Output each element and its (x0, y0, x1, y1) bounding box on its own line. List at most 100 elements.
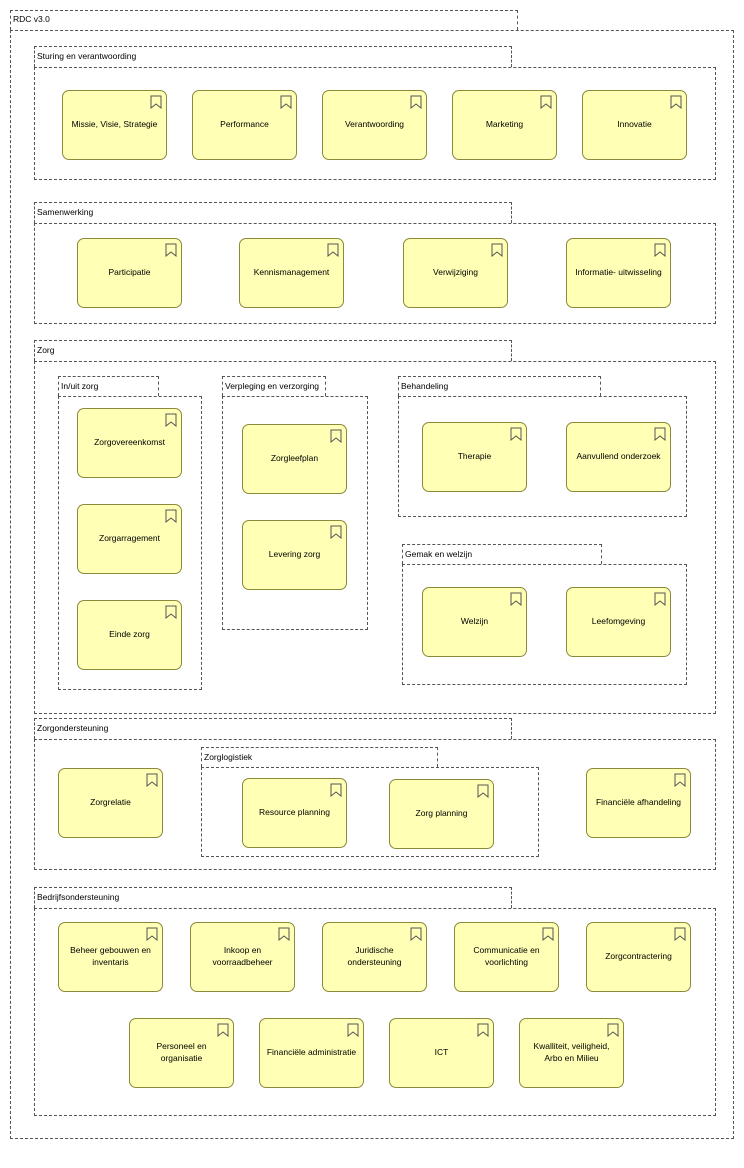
capability-beheer[interactable]: Beheer gebouwen en inventaris (58, 922, 163, 992)
capability-icon (330, 525, 342, 539)
capability-informatie[interactable]: Informatie- uitwisseling (566, 238, 671, 308)
capability-icon (510, 592, 522, 606)
capability-icon (217, 1023, 229, 1037)
capability-therapie[interactable]: Therapie (422, 422, 527, 492)
capability-label: Zorgrelatie (90, 797, 131, 808)
capability-icon (477, 1023, 489, 1037)
group-tab (34, 340, 512, 361)
capability-kwaliteit[interactable]: Kwalliteit, veiligheid, Arbo en Milieu (519, 1018, 624, 1088)
capability-label: Personeel en organisatie (156, 1041, 207, 1063)
capability-label: Aanvullend onderzoek (576, 451, 661, 462)
capability-marketing[interactable]: Marketing (452, 90, 557, 160)
capability-label: Welzijn (460, 616, 489, 627)
capability-label: Beheer gebouwen en inventaris (70, 945, 151, 967)
capability-icon (670, 95, 682, 109)
capability-communicatie[interactable]: Communicatie en voorlichting (454, 922, 559, 992)
capability-icon (491, 243, 503, 257)
capability-icon (510, 427, 522, 441)
capability-zorgarrangement[interactable]: Zorgarragement (77, 504, 182, 574)
group-behandeling-label: Behandeling (401, 381, 449, 391)
capability-icon (607, 1023, 619, 1037)
group-zorg-label: Zorg (37, 345, 55, 355)
capability-verantwoording[interactable]: Verantwoording (322, 90, 427, 160)
capability-icon (477, 784, 489, 798)
capability-icon (165, 243, 177, 257)
capability-verwijzing[interactable]: Verwijziging (403, 238, 508, 308)
capability-label: Zorg planning (415, 808, 468, 819)
capability-icon (540, 95, 552, 109)
capability-aanvullend[interactable]: Aanvullend onderzoek (566, 422, 671, 492)
capability-label: ICT (434, 1047, 449, 1058)
capability-label: Marketing (485, 119, 524, 130)
capability-icon (146, 773, 158, 787)
capability-zorgrelatie[interactable]: Zorgrelatie (58, 768, 163, 838)
capability-innovatie[interactable]: Innovatie (582, 90, 687, 160)
root-tab (10, 10, 518, 30)
capability-leefomgeving[interactable]: Leefomgeving (566, 587, 671, 657)
capability-label: Kwalliteit, veiligheid, Arbo en Milieu (533, 1041, 610, 1063)
capability-label: Therapie (457, 451, 492, 462)
capability-label: Kennismanagement (253, 267, 330, 278)
capability-label: Financiële afhandeling (595, 797, 682, 808)
capability-zorgovereenkomst[interactable]: Zorgovereenkomst (77, 408, 182, 478)
capability-performance[interactable]: Performance (192, 90, 297, 160)
root-label: RDC v3.0 (13, 14, 50, 24)
capability-einde[interactable]: Einde zorg (77, 600, 182, 670)
capability-icon (410, 95, 422, 109)
capability-icon (150, 95, 162, 109)
capability-levering[interactable]: Levering zorg (242, 520, 347, 590)
capability-label: Zorgovereenkomst (94, 437, 165, 448)
capability-label: Missie, Visie, Strategie (71, 119, 158, 130)
capability-icon (165, 605, 177, 619)
capability-financiele-afhandeling[interactable]: Financiële afhandeling (586, 768, 691, 838)
group-zorgondersteuning-label: Zorgondersteuning (37, 723, 109, 733)
capability-label: Financiële administratie (266, 1047, 357, 1058)
group-zorglogistiek-label: Zorglogistiek (204, 752, 253, 762)
capability-icon (542, 927, 554, 941)
capability-label: Zorgleefplan (270, 453, 319, 464)
capability-participatie[interactable]: Participatie (77, 238, 182, 308)
group-sturing-label: Sturing en verantwoording (37, 51, 137, 61)
capability-icon (674, 773, 686, 787)
capability-icon (278, 927, 290, 941)
capability-welzijn[interactable]: Welzijn (422, 587, 527, 657)
capability-label: Verwijziging (433, 267, 478, 278)
capability-icon (165, 509, 177, 523)
capability-label: Participatie (108, 267, 151, 278)
capability-icon (165, 413, 177, 427)
capability-label: Zorgcontractering (605, 951, 672, 962)
capability-icon (410, 927, 422, 941)
capability-icon (330, 783, 342, 797)
capability-icon (654, 427, 666, 441)
capability-icon (654, 243, 666, 257)
capability-label: Communicatie en voorlichting (473, 945, 540, 967)
capability-personeel[interactable]: Personeel en organisatie (129, 1018, 234, 1088)
capability-icon (327, 243, 339, 257)
capability-juridisch[interactable]: Juridische ondersteuning (322, 922, 427, 992)
group-gemak-label: Gemak en welzijn (405, 549, 473, 559)
capability-label: Performance (220, 119, 269, 130)
capability-inkoop[interactable]: Inkoop en voorraadbeheer (190, 922, 295, 992)
capability-label: Informatie- uitwisseling (575, 267, 662, 278)
capability-icon (280, 95, 292, 109)
capability-ict[interactable]: ICT (389, 1018, 494, 1088)
capability-resource[interactable]: Resource planning (242, 778, 347, 848)
capability-icon (330, 429, 342, 443)
capability-label: Levering zorg (268, 549, 321, 560)
group-bedrijfs-label: Bedrijfsondersteuning (37, 892, 120, 902)
capability-kennis[interactable]: Kennismanagement (239, 238, 344, 308)
group-tab (34, 202, 512, 223)
capability-icon (347, 1023, 359, 1037)
capability-zorgleefplan[interactable]: Zorgleefplan (242, 424, 347, 494)
capability-zorgplanning[interactable]: Zorg planning (389, 779, 494, 849)
capability-label: Juridische ondersteuning (347, 945, 402, 967)
capability-icon (654, 592, 666, 606)
group-inuit-label: In/uit zorg (61, 381, 99, 391)
capability-financiele-administratie[interactable]: Financiële administratie (259, 1018, 364, 1088)
capability-label: Inkoop en voorraadbeheer (212, 945, 273, 967)
capability-zorgcontractering[interactable]: Zorgcontractering (586, 922, 691, 992)
capability-missie[interactable]: Missie, Visie, Strategie (62, 90, 167, 160)
capability-label: Zorgarragement (99, 533, 160, 544)
capability-label: Einde zorg (109, 629, 150, 640)
capability-label: Innovatie (617, 119, 652, 130)
